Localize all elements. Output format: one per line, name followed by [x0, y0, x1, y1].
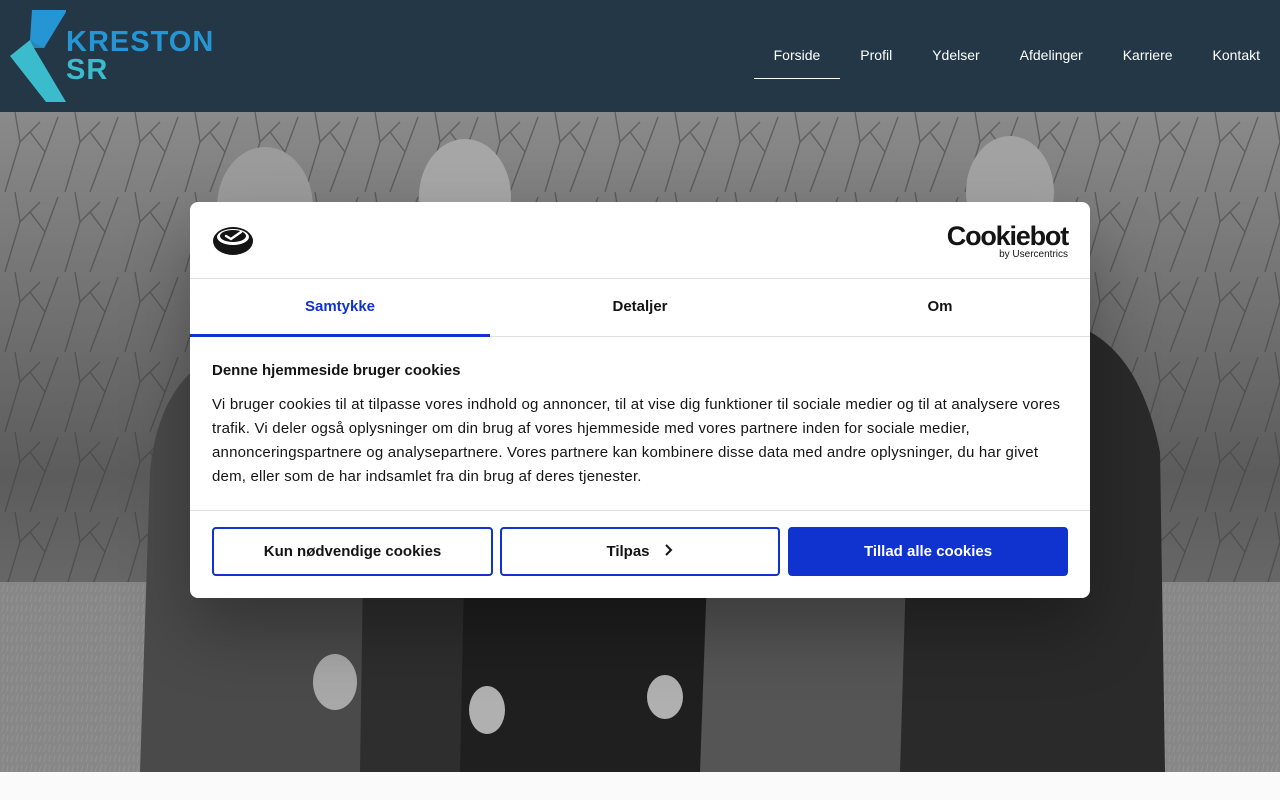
chevron-right-icon [664, 543, 674, 560]
customize-button[interactable]: Tilpas [500, 527, 780, 576]
kreston-sr-logo[interactable]: KRESTON SR [10, 10, 213, 102]
cookiebot-logo-icon [212, 224, 254, 261]
logo-line-kreston: KRESTON [66, 26, 215, 58]
cookie-consent-dialog: Cookiebot by Usercentrics Samtykke Detal… [190, 202, 1090, 598]
nav-item-profil[interactable]: Profil [840, 32, 912, 79]
cookie-dialog-header: Cookiebot by Usercentrics [190, 202, 1090, 279]
nav-item-kontakt[interactable]: Kontakt [1193, 32, 1280, 79]
tab-detaljer[interactable]: Detaljer [490, 279, 790, 336]
site-header: KRESTON SR Forside Profil Ydelser Afdeli… [0, 0, 1280, 112]
page-bottom-strip [0, 772, 1280, 800]
cookie-dialog-body: Denne hjemmeside bruger cookies Vi bruge… [212, 361, 1068, 489]
nav-item-ydelser[interactable]: Ydelser [912, 32, 999, 79]
logo-line-sr: SR [66, 54, 109, 86]
customize-label: Tilpas [606, 543, 650, 560]
allow-all-cookies-label: Tillad alle cookies [863, 543, 993, 560]
main-nav: Forside Profil Ydelser Afdelinger Karrie… [753, 32, 1280, 79]
tab-samtykke[interactable]: Samtykke [190, 279, 490, 337]
cookie-dialog-text: Vi bruger cookies til at tilpasse vores … [212, 396, 1061, 485]
necessary-cookies-button[interactable]: Kun nødvendige cookies [212, 527, 493, 576]
allow-all-cookies-button[interactable]: Tillad alle cookies [788, 527, 1068, 576]
nav-item-afdelinger[interactable]: Afdelinger [1000, 32, 1103, 79]
nav-item-forside[interactable]: Forside [753, 32, 841, 79]
cookiebot-brand[interactable]: Cookiebot by Usercentrics [946, 221, 1069, 261]
nav-item-karriere[interactable]: Karriere [1103, 32, 1193, 79]
cookie-dialog-footer: Kun nødvendige cookies Tilpas Tillad all… [190, 510, 1090, 598]
necessary-cookies-label: Kun nødvendige cookies [263, 543, 442, 560]
tab-om[interactable]: Om [790, 279, 1090, 336]
cookiebot-brand-name: Cookiebot [946, 221, 1069, 251]
cookie-dialog-title: Denne hjemmeside bruger cookies [212, 362, 461, 379]
cookie-dialog-tabs: Samtykke Detaljer Om [190, 279, 1090, 337]
